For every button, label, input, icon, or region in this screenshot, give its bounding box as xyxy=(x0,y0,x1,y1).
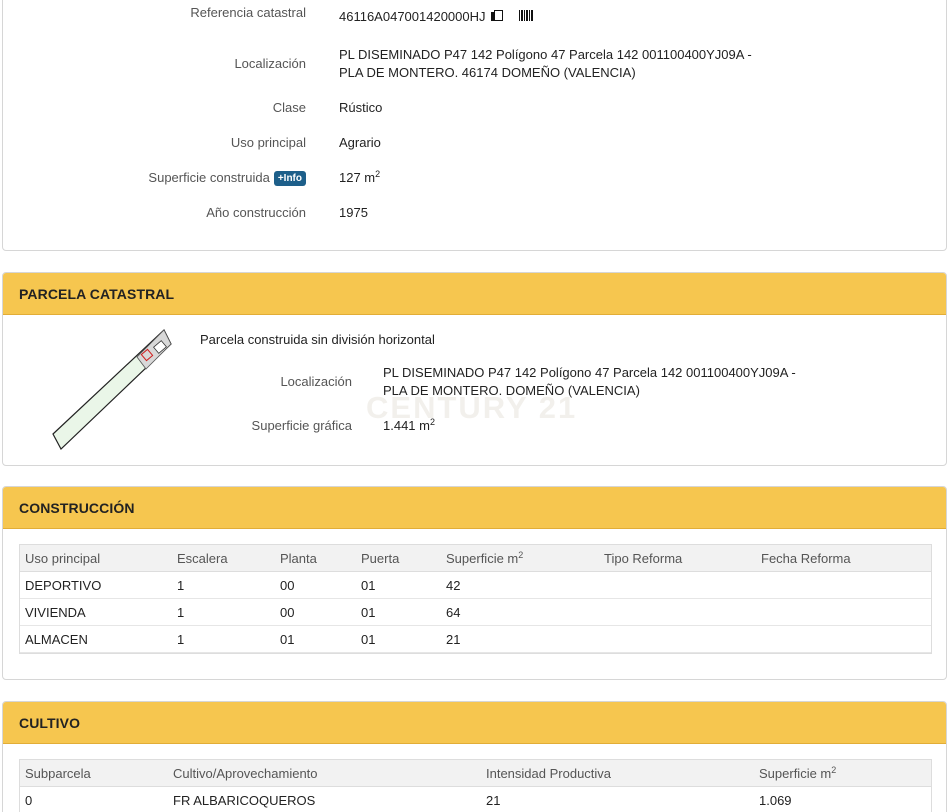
referencia-text: 46116A047001420000HJ xyxy=(339,9,486,24)
anio-construccion-label: Año construcción xyxy=(206,205,306,220)
col-escalera: Escalera xyxy=(177,551,228,566)
construccion-header: CONSTRUCCIÓN xyxy=(3,487,946,529)
col-superficie-text: Superficie m xyxy=(759,766,832,781)
superficie-construida-number: 127 m xyxy=(339,170,376,185)
cell-escalera: 1 xyxy=(177,605,185,620)
info-button[interactable]: +Info xyxy=(273,171,306,186)
barcode-icon[interactable] xyxy=(518,10,533,21)
superficie-construida-exp: 2 xyxy=(375,169,381,179)
cultivo-table-header: Subparcela Cultivo/Aprovechamiento Inten… xyxy=(20,760,931,787)
cell-planta: 00 xyxy=(280,578,295,593)
cell-superficie: 42 xyxy=(446,578,461,593)
superficie-construida-value: 127 m2 xyxy=(339,169,381,186)
col-superficie-exp: 2 xyxy=(831,765,837,775)
col-fecha-reforma: Fecha Reforma xyxy=(761,551,851,566)
cell-intensidad: 21 xyxy=(486,793,501,808)
cell-superficie: 1.069 xyxy=(759,793,792,808)
col-superficie-exp: 2 xyxy=(518,550,524,560)
cultivo-header: CULTIVO xyxy=(3,702,946,744)
localizacion-label: Localización xyxy=(234,56,306,71)
century21-watermark: CENTURY 21 xyxy=(366,390,578,425)
table-row: DEPORTIVO 1 00 01 42 xyxy=(20,572,931,599)
inmueble-card: Referencia catastral 46116A047001420000H… xyxy=(2,0,947,251)
cell-escalera: 1 xyxy=(177,578,185,593)
parcela-localizacion-line1: PL DISEMINADO P47 142 Polígono 47 Parcel… xyxy=(383,365,796,380)
cell-uso: DEPORTIVO xyxy=(25,578,102,593)
construccion-table: Uso principal Escalera Planta Puerta Sup… xyxy=(19,544,932,654)
anio-construccion-value: 1975 xyxy=(339,205,368,220)
cell-uso: ALMACEN xyxy=(25,632,88,647)
localizacion-line1: PL DISEMINADO P47 142 Polígono 47 Parcel… xyxy=(339,47,752,62)
col-cultivo: Cultivo/Aprovechamiento xyxy=(173,766,318,781)
cell-superficie: 21 xyxy=(446,632,461,647)
construccion-card: CONSTRUCCIÓN Uso principal Escalera Plan… xyxy=(2,486,947,680)
clase-value: Rústico xyxy=(339,100,383,115)
parcel-map-thumbnail[interactable] xyxy=(47,327,177,452)
table-row: 0 FR ALBARICOQUEROS 21 1.069 xyxy=(20,787,931,812)
uso-principal-label: Uso principal xyxy=(230,135,306,150)
col-tipo-reforma: Tipo Reforma xyxy=(604,551,683,566)
superficie-grafica-label: Superficie gráfica xyxy=(251,418,352,433)
col-uso-principal: Uso principal xyxy=(25,551,101,566)
cell-subparcela: 0 xyxy=(25,793,33,808)
clase-label: Clase xyxy=(272,100,306,115)
cell-superficie: 64 xyxy=(446,605,461,620)
col-intensidad: Intensidad Productiva xyxy=(486,766,612,781)
parcela-localizacion-label: Localización xyxy=(280,374,352,389)
parcela-description: Parcela construida sin división horizont… xyxy=(200,332,435,347)
table-row: VIVIENDA 1 00 01 64 xyxy=(20,599,931,626)
parcela-card: PARCELA CATASTRAL Parcela construida sin… xyxy=(2,272,947,466)
cell-cultivo: FR ALBARICOQUEROS xyxy=(173,793,316,808)
cell-planta: 01 xyxy=(280,632,295,647)
superficie-construida-text: Superficie construida xyxy=(148,170,270,185)
cell-uso: VIVIENDA xyxy=(25,605,86,620)
cell-puerta: 01 xyxy=(361,578,376,593)
cell-puerta: 01 xyxy=(361,605,376,620)
referencia-label: Referencia catastral xyxy=(190,5,306,20)
col-superficie: Superficie m2 xyxy=(446,545,523,572)
cell-escalera: 1 xyxy=(177,632,185,647)
referencia-value: 46116A047001420000HJ xyxy=(339,9,533,24)
col-superficie-text: Superficie m xyxy=(446,551,519,566)
parcela-header: PARCELA CATASTRAL xyxy=(3,273,946,315)
cultivo-card: CULTIVO Subparcela Cultivo/Aprovechamien… xyxy=(2,701,947,812)
col-planta: Planta xyxy=(280,551,317,566)
copy-icon[interactable] xyxy=(490,10,503,22)
localizacion-line2: PLA DE MONTERO. 46174 DOMEÑO (VALENCIA) xyxy=(339,65,636,80)
col-subparcela: Subparcela xyxy=(25,766,91,781)
uso-principal-value: Agrario xyxy=(339,135,381,150)
cultivo-table: Subparcela Cultivo/Aprovechamiento Inten… xyxy=(19,759,932,812)
cell-puerta: 01 xyxy=(361,632,376,647)
superficie-construida-label: Superficie construida +Info xyxy=(148,170,306,186)
localizacion-value: PL DISEMINADO P47 142 Polígono 47 Parcel… xyxy=(339,46,752,82)
construccion-table-header: Uso principal Escalera Planta Puerta Sup… xyxy=(20,545,931,572)
col-superficie: Superficie m2 xyxy=(759,760,836,787)
col-puerta: Puerta xyxy=(361,551,400,566)
table-row: ALMACEN 1 01 01 21 xyxy=(20,626,931,653)
cell-planta: 00 xyxy=(280,605,295,620)
